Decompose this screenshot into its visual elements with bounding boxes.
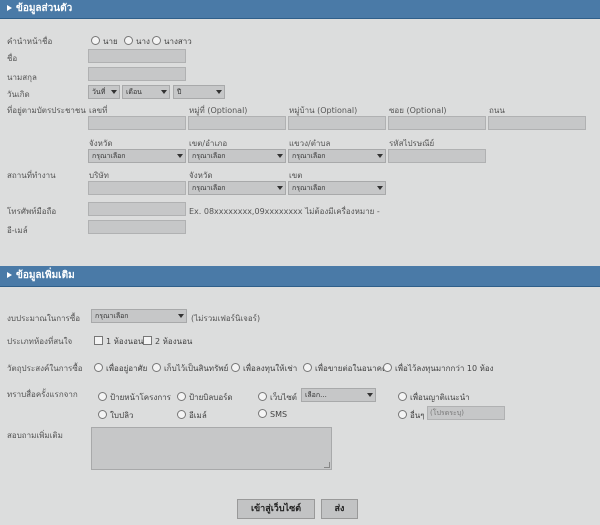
workplace-district-select[interactable]: กรุณาเลือก [288, 181, 386, 195]
last-name-input[interactable] [88, 67, 186, 81]
comments-textarea[interactable] [91, 427, 332, 470]
radio-icon[interactable] [124, 36, 133, 45]
arrow-icon [7, 5, 12, 11]
chevron-down-icon [377, 186, 383, 190]
section-header-additional: ข้อมูลเพิ่มเติม [0, 266, 600, 287]
radio-icon[interactable] [152, 363, 161, 372]
website-select[interactable]: เลือก... [301, 388, 376, 402]
province-select[interactable]: กรุณาเลือก [88, 149, 186, 163]
purpose-option-resell[interactable]: เพื่อขายต่อในอนาคต [303, 362, 387, 375]
moo-input[interactable] [188, 116, 286, 130]
phone-input[interactable] [88, 202, 186, 216]
source-label: ทราบสื่อครั้งแรกจาก [7, 390, 78, 399]
arrow-icon [7, 272, 12, 278]
radio-icon[interactable] [98, 392, 107, 401]
postcode-input[interactable] [388, 149, 486, 163]
radio-icon[interactable] [258, 409, 267, 418]
first-name-input[interactable] [88, 49, 186, 63]
budget-note: (ไม่รวมเฟอร์นิเจอร์) [191, 314, 261, 323]
phone-hint: Ex. 08xxxxxxxx,09xxxxxxxx ไม่ต้องมีเครื่… [189, 207, 380, 216]
workplace-label: สถานที่ทำงาน [7, 171, 56, 180]
chevron-down-icon [377, 154, 383, 158]
purpose-option-invest[interactable]: เพื่อไว้ลงทุนมากกว่า 10 ห้อง [383, 362, 494, 375]
purpose-option-live[interactable]: เพื่ออยู่อาศัย [94, 362, 147, 375]
room-type-label: ประเภทห้องที่สนใจ [7, 337, 73, 346]
prefix-option-miss[interactable]: นางสาว [152, 35, 192, 48]
purpose-label: วัตถุประสงค์ในการซื้อ [7, 364, 83, 373]
source-option-friend[interactable]: เพื่อนญาติแนะนำ [398, 391, 470, 404]
source-option-billboard[interactable]: ป้ายบิลบอร์ด [177, 391, 233, 404]
section-header-personal: ข้อมูลส่วนตัว [0, 0, 600, 19]
prefix-option-mrs[interactable]: นาง [124, 35, 150, 48]
email-label: อี-เมล์ [7, 226, 28, 235]
source-option-flyer[interactable]: ใบปลิว [98, 409, 133, 422]
purpose-option-rent[interactable]: เพื่อลงทุนให้เช่า [231, 362, 297, 375]
radio-icon[interactable] [231, 363, 240, 372]
house-no-input[interactable] [88, 116, 186, 130]
visit-website-button[interactable]: เข้าสู่เว็บไซต์ [237, 499, 315, 519]
birthdate-label: วันเกิด [7, 90, 30, 99]
chevron-down-icon [216, 90, 222, 94]
birth-month-select[interactable]: เดือน [122, 85, 170, 99]
purpose-option-asset[interactable]: เก็บไว้เป็นสินทรัพย์ [152, 362, 228, 375]
radio-icon[interactable] [383, 363, 392, 372]
road-input[interactable] [488, 116, 586, 130]
resize-handle-icon[interactable] [324, 462, 330, 468]
subdistrict-select[interactable]: กรุณาเลือก [288, 149, 386, 163]
soi-input[interactable] [388, 116, 486, 130]
section-title: ข้อมูลส่วนตัว [16, 3, 73, 14]
chevron-down-icon [178, 314, 184, 318]
radio-icon[interactable] [98, 410, 107, 419]
source-option-website[interactable]: เว็บไซต์ [258, 391, 297, 404]
radio-icon[interactable] [91, 36, 100, 45]
comments-label: สอบถามเพิ่มเติม [7, 431, 63, 440]
source-option-project-sign[interactable]: ป้ายหน้าโครงการ [98, 391, 171, 404]
submit-button[interactable]: ส่ง [321, 499, 358, 519]
chevron-down-icon [277, 154, 283, 158]
company-input[interactable] [88, 181, 186, 195]
radio-icon[interactable] [177, 392, 186, 401]
last-name-label: นามสกุล [7, 73, 37, 82]
radio-icon[interactable] [303, 363, 312, 372]
chevron-down-icon [177, 154, 183, 158]
room-type-2bed[interactable]: 2 ห้องนอน [143, 335, 192, 348]
radio-icon[interactable] [94, 363, 103, 372]
section-title: ข้อมูลเพิ่มเติม [16, 270, 75, 281]
radio-icon[interactable] [152, 36, 161, 45]
source-option-sms[interactable]: SMS [258, 409, 287, 419]
prefix-option-mr[interactable]: นาย [91, 35, 118, 48]
email-input[interactable] [88, 220, 186, 234]
radio-icon[interactable] [177, 410, 186, 419]
source-option-email[interactable]: อีเมล์ [177, 409, 207, 422]
first-name-label: ชื่อ [7, 54, 18, 63]
birth-day-select[interactable]: วันที่ [88, 85, 120, 99]
chevron-down-icon [111, 90, 117, 94]
district-select[interactable]: กรุณาเลือก [188, 149, 286, 163]
workplace-province-select[interactable]: กรุณาเลือก [188, 181, 286, 195]
radio-icon[interactable] [398, 392, 407, 401]
budget-select[interactable]: กรุณาเลือก [91, 309, 187, 323]
radio-icon[interactable] [258, 392, 267, 401]
budget-label: งบประมาณในการซื้อ [7, 314, 81, 323]
id-address-label: ที่อยู่ตามบัตรประชาชน [7, 106, 86, 115]
birth-year-select[interactable]: ปี [173, 85, 225, 99]
checkbox-icon[interactable] [94, 336, 103, 345]
room-type-1bed[interactable]: 1 ห้องนอน [94, 335, 143, 348]
radio-icon[interactable] [398, 410, 407, 419]
chevron-down-icon [161, 90, 167, 94]
source-other-input[interactable]: (โปรดระบุ) [427, 406, 505, 420]
checkbox-icon[interactable] [143, 336, 152, 345]
prefix-label: คำนำหน้าชื่อ [7, 37, 53, 46]
chevron-down-icon [277, 186, 283, 190]
source-option-other[interactable]: อื่นๆ [398, 409, 425, 422]
phone-label: โทรศัพท์มือถือ [7, 207, 57, 216]
chevron-down-icon [367, 393, 373, 397]
village-input[interactable] [288, 116, 386, 130]
